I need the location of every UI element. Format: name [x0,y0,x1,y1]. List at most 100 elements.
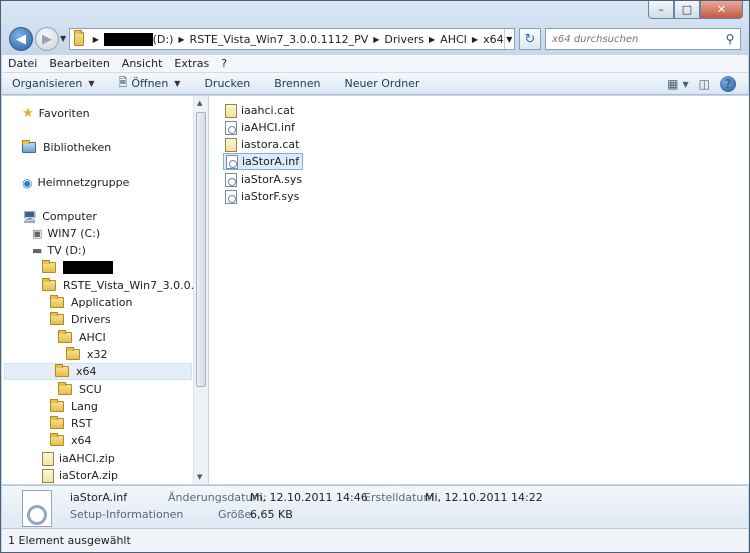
scroll-up-arrow[interactable]: ▲ [197,99,202,107]
details-modified-value: Mi, 12.10.2011 14:46 [250,491,368,504]
breadcrumb-rste[interactable]: RSTE_Vista_Win7_3.0.0.1112_PV ▶ [190,33,385,46]
new-folder-button[interactable]: Neuer Ordner [344,77,419,90]
setup-file-large-icon [22,490,52,527]
zip-icon [42,451,54,466]
refresh-icon: ↻ [524,31,536,47]
drive-icon: ▣ [32,227,43,240]
homegroup-icon: ◉ [22,175,33,190]
file-iastora-cat[interactable]: iastora.cat [223,136,302,153]
file-iastora-sys[interactable]: iaStorA.sys [223,171,305,188]
nav-homegroup[interactable]: ◉ Heimnetzgruppe [22,174,129,191]
setup-file-icon [225,120,237,135]
nav-label: Heimnetzgruppe [37,176,130,189]
navigation-scrollbar[interactable]: ▲ ▼ [193,96,208,484]
nav-folder-redacted[interactable] [42,259,113,276]
nav-label: iaAHCI.zip [59,452,115,465]
nav-drive-c[interactable]: ▣ WIN7 (C:) [32,225,100,242]
nav-folder-rst[interactable]: RST [50,415,92,432]
open-label: Öffnen [131,77,169,90]
zip-icon [42,468,54,483]
nav-label: Lang [71,400,98,413]
file-iastorf-sys[interactable]: iaStorF.sys [223,188,302,205]
nav-folder-x32[interactable]: x32 [66,346,108,363]
folder-icon [50,416,64,429]
nav-label: iaStorA.zip [59,469,118,482]
nav-libraries[interactable]: Bibliotheken [22,139,111,156]
menu-bearbeiten[interactable]: Bearbeiten [49,57,109,70]
preview-pane-icon[interactable]: ◫ [699,77,710,91]
computer-icon: 🖥 [22,209,38,224]
nav-folder-x64-selected[interactable]: x64 [4,363,192,380]
details-file-type: Setup-Informationen [70,508,184,521]
minimize-button[interactable]: – [648,1,674,19]
file-name: iaStorA.inf [242,155,300,168]
nav-file-iaahci-zip[interactable]: iaAHCI.zip [42,450,115,467]
scroll-down-arrow[interactable]: ▼ [197,473,202,481]
close-button[interactable]: ✕ [700,1,743,19]
nav-folder-drivers[interactable]: Drivers [50,311,111,328]
nav-folder-ahci[interactable]: AHCI [58,329,106,346]
folder-icon [50,312,64,325]
nav-label: Favoriten [38,107,90,120]
nav-folder-x64-root[interactable]: x64 [50,432,92,449]
menu-extras[interactable]: Extras [174,57,209,70]
folder-icon [66,347,80,360]
search-box[interactable]: ⚲ [545,28,741,50]
search-icon[interactable]: ⚲ [720,32,740,46]
breadcrumb-x64[interactable]: x64 [483,33,504,46]
file-name: iaStorA.sys [241,173,303,186]
file-name: iaAHCI.inf [241,121,295,134]
nav-label: RST [71,417,93,430]
address-dropdown-button[interactable]: ▼ [503,29,514,49]
file-name: iaStorF.sys [241,190,300,203]
open-button[interactable]: 🗎 Öffnen ▼ [118,74,180,93]
chevron-down-icon: ▼ [88,79,95,88]
nav-folder-scu[interactable]: SCU [58,381,102,398]
folder-icon [50,399,64,412]
folder-icon [42,278,56,291]
folder-icon [74,30,84,46]
folder-icon [42,260,56,273]
maximize-button[interactable]: □ [674,1,700,19]
nav-favorites[interactable]: ★ Favoriten [22,105,90,122]
file-iaahci-inf[interactable]: iaAHCI.inf [223,119,298,136]
nav-label: x32 [87,348,108,361]
print-button[interactable]: Drucken [204,77,250,90]
recent-pages-dropdown[interactable]: ▼ [60,34,66,43]
nav-drive-d[interactable]: ▬ TV (D:) [32,242,86,259]
scrollbar-thumb[interactable] [196,112,206,387]
nav-computer[interactable]: 🖥 Computer [22,208,97,225]
breadcrumb-drivers[interactable]: Drivers ▶ [384,33,440,46]
breadcrumb-ahci[interactable]: AHCI ▶ [440,33,483,46]
nav-folder-application[interactable]: Application [50,294,132,311]
breadcrumb-label: AHCI [440,32,467,46]
redacted-text [103,32,153,46]
forward-button[interactable]: ▶ [35,27,59,51]
nav-label: Bibliotheken [43,141,112,154]
view-options-dropdown[interactable]: ▼ [683,80,689,89]
address-root-arrow[interactable]: ▶ [88,35,104,44]
menu-datei[interactable]: Datei [8,57,37,70]
file-iastora-inf-selected[interactable]: iaStorA.inf [223,153,304,170]
file-iaahci-cat[interactable]: iaahci.cat [223,102,297,119]
breadcrumb-label: x64 [483,32,504,46]
nav-label: WIN7 (C:) [47,227,101,240]
nav-label: x64 [71,434,92,447]
status-text: 1 Element ausgewählt [8,534,131,547]
view-options-icon[interactable]: ▦ [667,77,678,91]
nav-folder-rste[interactable]: RSTE_Vista_Win7_3.0.0.1112_PV [42,277,207,294]
menu-help[interactable]: ? [221,57,227,70]
organize-button[interactable]: Organisieren ▼ [12,77,94,90]
refresh-button[interactable]: ↻ [519,28,541,50]
address-bar[interactable]: ▶ (D:) ▶ RSTE_Vista_Win7_3.0.0.1112_PV ▶ D… [69,28,515,50]
back-button[interactable]: ◀ [9,27,33,51]
nav-file-iastora-zip[interactable]: iaStorA.zip [42,467,118,484]
nav-folder-lang[interactable]: Lang [50,398,98,415]
menu-ansicht[interactable]: Ansicht [122,57,163,70]
help-icon[interactable]: ? [720,76,736,92]
nav-label: Application [71,296,133,309]
burn-button[interactable]: Brennen [274,77,320,90]
breadcrumb-drive[interactable]: (D:) ▶ [153,33,190,46]
search-input[interactable] [546,33,720,45]
nav-label: x64 [76,365,97,378]
